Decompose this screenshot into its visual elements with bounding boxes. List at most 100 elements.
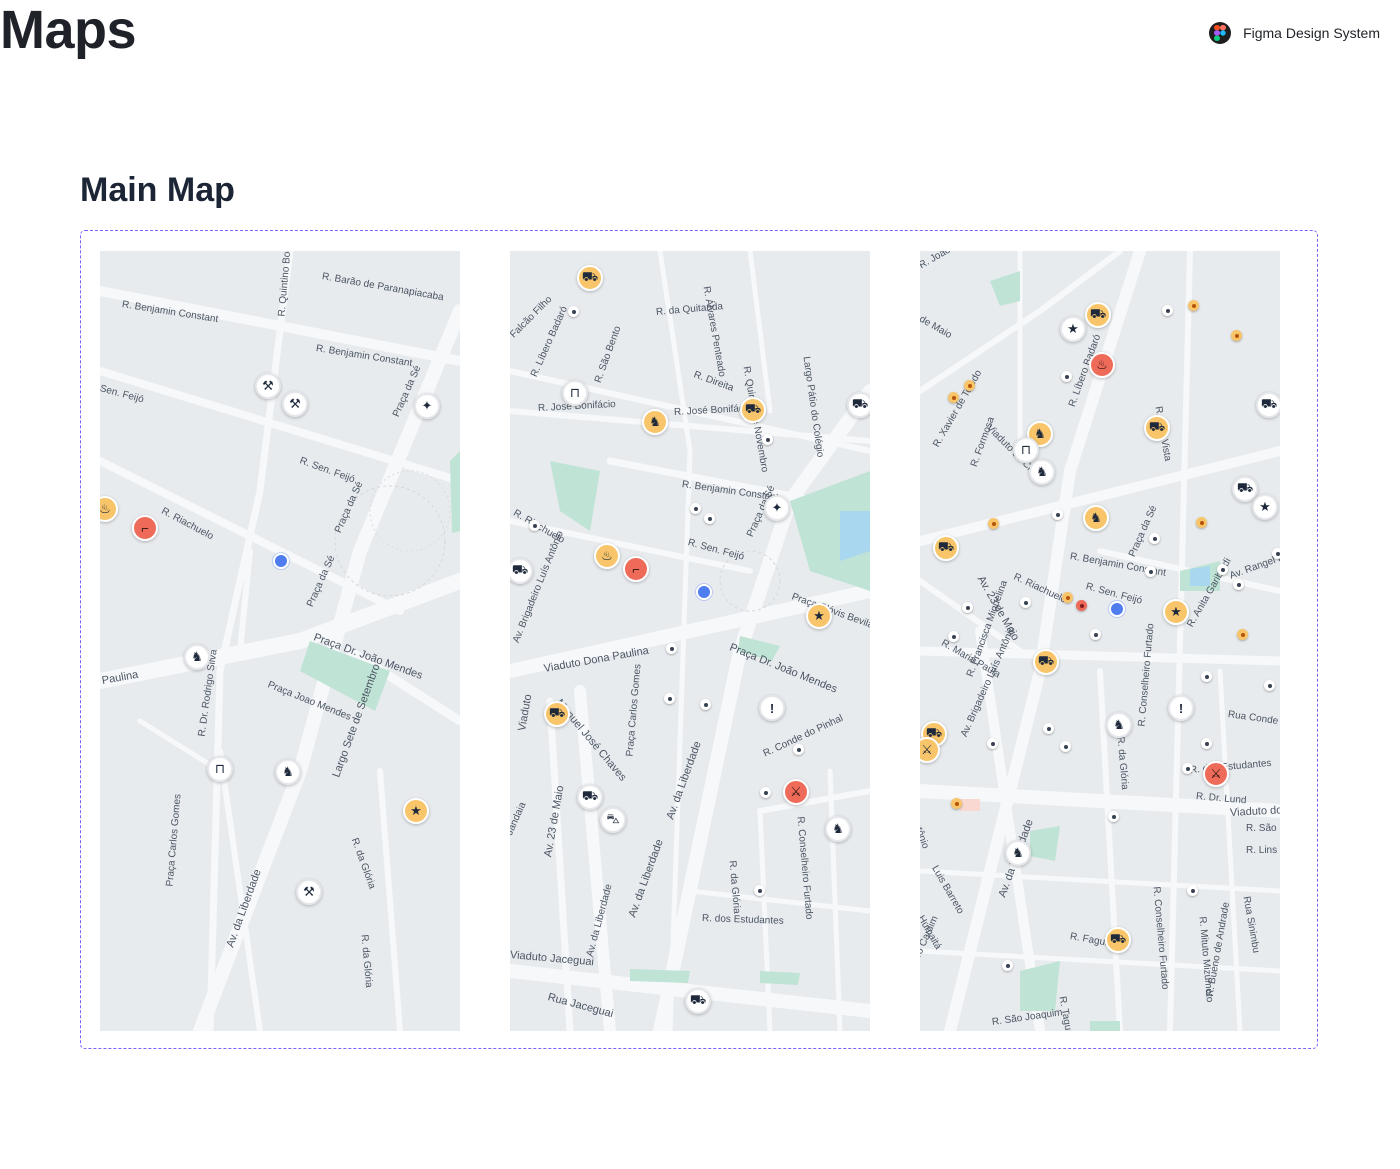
gun-icon[interactable]: ⌐ (132, 515, 158, 541)
robbery-icon[interactable]: ♞ (1005, 840, 1031, 866)
alert-icon[interactable]: ! (759, 695, 785, 721)
user-location-marker (696, 584, 712, 600)
robbery-icon[interactable]: ♞ (1029, 459, 1055, 485)
marker-dot[interactable] (1188, 300, 1199, 311)
page-title: Maps (0, 0, 137, 60)
marker-dot[interactable] (1182, 763, 1193, 774)
robbery-icon[interactable]: ♞ (825, 816, 851, 842)
user-location-marker (1109, 601, 1125, 617)
marker-dot[interactable] (704, 513, 715, 524)
marker-dot[interactable] (1201, 671, 1212, 682)
marker-dot[interactable] (529, 520, 540, 531)
barrier-icon[interactable]: ⊓ (1013, 437, 1039, 463)
car-crash-icon[interactable]: ⛟ (685, 988, 711, 1014)
street-label: R. São Paulo (1246, 823, 1280, 834)
wrench-screwdriver-icon[interactable]: ⚒ (296, 879, 322, 905)
assault-icon[interactable]: ✦ (414, 393, 440, 419)
marker-dot[interactable] (948, 392, 959, 403)
marker-dot[interactable] (1061, 371, 1072, 382)
map-panel-1[interactable]: R. Barão de Paranapiacaba R. Benjamin Co… (100, 251, 460, 1031)
wrench-screwdriver-icon[interactable]: ⚒ (255, 373, 281, 399)
marker-dot[interactable] (1145, 566, 1156, 577)
barrier-icon[interactable]: ⊓ (207, 756, 233, 782)
robbery-icon[interactable]: ♞ (184, 644, 210, 670)
marker-dot[interactable] (1162, 305, 1173, 316)
marker-dot[interactable] (1217, 564, 1228, 575)
map-panel-2[interactable]: R. da Quitanda R. Álvares Penteado R. Qu… (510, 251, 870, 1031)
marker-dot[interactable] (1090, 629, 1101, 640)
marker-dot[interactable] (1272, 548, 1280, 559)
marker-dot[interactable] (1002, 960, 1013, 971)
marker-dot[interactable] (951, 798, 962, 809)
brand-label: Figma Design System (1243, 25, 1380, 41)
map-2-base (510, 251, 870, 1031)
marker-dot[interactable] (987, 738, 998, 749)
fire-icon[interactable]: ♨ (594, 543, 620, 569)
police-badge-icon[interactable]: ★ (1163, 599, 1189, 625)
car-crash-icon[interactable]: ⛟ (847, 392, 870, 418)
marker-dot[interactable] (1201, 738, 1212, 749)
marker-dot[interactable] (1196, 517, 1207, 528)
alert-icon[interactable]: ! (1168, 695, 1194, 721)
street-label: R. Lins (1246, 845, 1278, 856)
marker-dot[interactable] (762, 434, 773, 445)
marker-dot[interactable] (664, 693, 675, 704)
marker-dot[interactable] (1233, 579, 1244, 590)
barrier-icon[interactable]: ⊓ (562, 380, 588, 406)
marker-dot[interactable] (1062, 592, 1073, 603)
car-crash-icon[interactable]: ⛟ (577, 265, 603, 291)
section-title: Main Map (80, 171, 235, 209)
car-crash-icon[interactable]: ⛟ (1144, 415, 1170, 441)
fire-icon[interactable]: ♨ (1089, 352, 1115, 378)
maps-frame: R. Barão de Paranapiacaba R. Benjamin Co… (80, 230, 1318, 1049)
car-crash-icon[interactable]: ⛟ (1085, 302, 1111, 328)
marker-dot[interactable] (690, 503, 701, 514)
marker-dot[interactable] (1237, 629, 1248, 640)
marker-dot[interactable] (1231, 330, 1242, 341)
brand[interactable]: Figma Design System (1209, 22, 1380, 44)
marker-dot[interactable] (1076, 600, 1087, 611)
marker-dot[interactable] (754, 885, 765, 896)
assault-icon[interactable]: ⚔ (1203, 761, 1229, 787)
marker-dot[interactable] (1060, 741, 1071, 752)
robbery-icon[interactable]: ♞ (1083, 505, 1109, 531)
marker-dot[interactable] (948, 631, 959, 642)
police-badge-icon[interactable]: ★ (403, 798, 429, 824)
bus-icon[interactable]: ⛍ (600, 807, 626, 833)
user-location-marker (273, 553, 289, 569)
wrench-screwdriver-icon[interactable]: ⚒ (282, 391, 308, 417)
marker-dot[interactable] (793, 744, 804, 755)
police-badge-icon[interactable]: ★ (1252, 494, 1278, 520)
robbery-icon[interactable]: ♞ (1106, 712, 1132, 738)
car-crash-icon[interactable]: ⛟ (740, 397, 766, 423)
marker-dot[interactable] (988, 518, 999, 529)
gun-icon[interactable]: ⌐ (623, 556, 649, 582)
marker-dot[interactable] (1043, 723, 1054, 734)
car-crash-icon[interactable]: ⛟ (577, 784, 603, 810)
robbery-icon[interactable]: ♞ (642, 409, 668, 435)
car-crash-icon[interactable]: ⛟ (1033, 649, 1059, 675)
robbery-icon[interactable]: ♞ (275, 759, 301, 785)
marker-dot[interactable] (700, 699, 711, 710)
marker-dot[interactable] (568, 306, 579, 317)
marker-dot[interactable] (1149, 533, 1160, 544)
car-crash-icon[interactable]: ⛟ (1256, 392, 1280, 418)
figma-logo-icon (1209, 22, 1232, 44)
car-crash-icon[interactable]: ⛟ (544, 701, 570, 727)
marker-dot[interactable] (1108, 811, 1119, 822)
marker-dot[interactable] (760, 787, 771, 798)
marker-dot[interactable] (1020, 597, 1031, 608)
car-crash-icon[interactable]: ⛟ (933, 535, 959, 561)
marker-dot[interactable] (1052, 509, 1063, 520)
police-badge-icon[interactable]: ★ (806, 603, 832, 629)
assault-icon[interactable]: ⚔ (783, 779, 809, 805)
map-panel-3[interactable]: R. João de Maio R. Líbero Badaró R. Boa … (920, 251, 1280, 1031)
marker-dot[interactable] (962, 602, 973, 613)
marker-dot[interactable] (1187, 885, 1198, 896)
marker-dot[interactable] (964, 380, 975, 391)
car-crash-icon[interactable]: ⛟ (1105, 927, 1131, 953)
marker-dot[interactable] (666, 643, 677, 654)
police-badge-icon[interactable]: ★ (1060, 316, 1086, 342)
marker-dot[interactable] (1264, 680, 1275, 691)
assault-icon[interactable]: ✦ (764, 495, 790, 521)
